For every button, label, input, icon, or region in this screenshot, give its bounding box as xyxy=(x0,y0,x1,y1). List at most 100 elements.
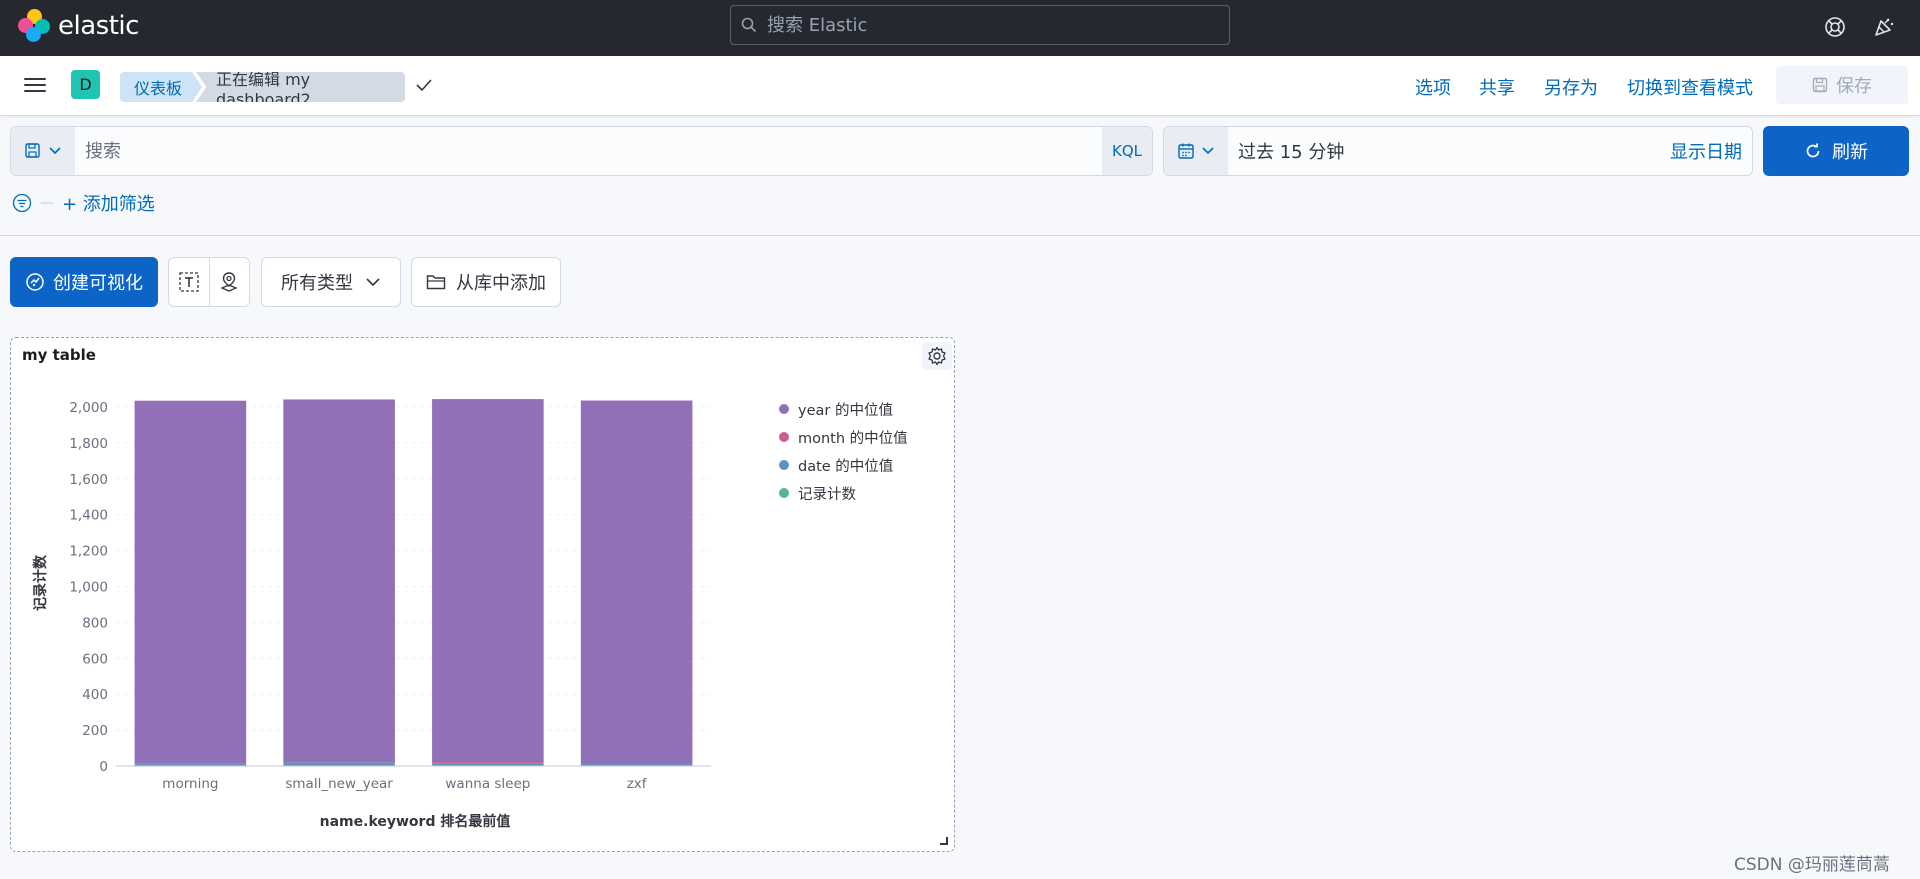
breadcrumb-dashboards[interactable]: 仪表板 xyxy=(120,72,202,102)
bar-chart: 0 200 400 600 800 1,000 1,200 1,400 1,600 1,800 2,… xyxy=(32,399,711,830)
legend-item[interactable]: month 的中位值 xyxy=(779,423,908,451)
global-search[interactable] xyxy=(730,5,1230,45)
bar-segment[interactable] xyxy=(580,400,693,764)
text-icon xyxy=(179,272,199,292)
bar-segment[interactable] xyxy=(283,399,395,763)
y-tick-label: 2,000 xyxy=(69,400,108,416)
y-tick-label: 600 xyxy=(82,651,108,667)
space-avatar[interactable]: D xyxy=(71,70,100,99)
visualize-icon xyxy=(26,273,44,291)
add-from-library-button[interactable]: 从库中添加 xyxy=(411,257,561,307)
legend-item[interactable]: 记录计数 xyxy=(779,479,908,507)
create-visualization-label: 创建可视化 xyxy=(53,273,143,294)
y-tick-label: 800 xyxy=(82,615,108,631)
all-types-label: 所有类型 xyxy=(281,273,353,294)
y-tick-label: 1,000 xyxy=(69,580,108,596)
divider xyxy=(0,235,1920,236)
x-tick-label: small_new_year xyxy=(285,776,393,792)
elastic-logo-icon xyxy=(18,9,52,43)
x-tick-label: wanna sleep xyxy=(445,776,530,792)
refresh-icon xyxy=(1806,143,1820,158)
bar-segment[interactable] xyxy=(432,762,544,764)
bar-segment[interactable] xyxy=(283,762,395,766)
global-header: elastic xyxy=(0,0,1920,56)
add-filter-link[interactable]: + 添加筛选 xyxy=(62,190,155,216)
bar-segment[interactable] xyxy=(580,763,693,765)
options-link[interactable]: 选项 xyxy=(1415,74,1451,100)
save-label: 保存 xyxy=(1836,76,1872,97)
folder-icon xyxy=(426,275,446,290)
show-dates-link[interactable]: 显示日期 xyxy=(1670,138,1752,164)
x-tick-label: morning xyxy=(162,776,218,792)
breadcrumb-current: 正在编辑 my dashboard2 xyxy=(196,72,405,102)
legend-color-dot xyxy=(779,488,789,498)
bar-segment[interactable] xyxy=(134,400,247,764)
legend-label: date 的中位值 xyxy=(798,458,894,475)
save-as-link[interactable]: 另存为 xyxy=(1544,74,1598,100)
query-bar: KQL xyxy=(10,126,1153,176)
chevron-down-icon xyxy=(366,278,380,287)
refresh-button[interactable]: 刷新 xyxy=(1763,126,1909,176)
legend-label: month 的中位值 xyxy=(798,430,908,447)
y-tick-label: 1,600 xyxy=(69,472,108,488)
legend-color-dot xyxy=(779,432,789,442)
help-icon[interactable] xyxy=(1822,14,1848,40)
chevron-down-icon xyxy=(1202,147,1214,155)
saved-query-button[interactable] xyxy=(11,127,75,175)
y-tick-label: 1,800 xyxy=(69,436,108,452)
check-icon[interactable] xyxy=(416,78,432,92)
add-map-button[interactable] xyxy=(210,258,250,306)
date-picker: 过去 15 分钟 显示日期 xyxy=(1163,126,1753,176)
x-tick-label: zxf xyxy=(627,776,648,792)
quick-date-button[interactable] xyxy=(1164,127,1228,175)
resize-handle[interactable] xyxy=(940,837,948,845)
add-text-button[interactable] xyxy=(169,258,210,306)
gear-icon xyxy=(928,346,946,366)
global-search-input[interactable] xyxy=(767,14,1207,36)
x-axis-label: name.keyword 排名最前值 xyxy=(320,813,511,830)
legend-item[interactable]: date 的中位值 xyxy=(779,451,908,479)
y-tick-label: 1,200 xyxy=(69,544,108,560)
all-types-dropdown[interactable]: 所有类型 xyxy=(261,257,401,307)
filter-icon[interactable] xyxy=(12,193,32,213)
calendar-icon xyxy=(1178,143,1194,159)
watermark: CSDN @玛丽莲茼蒿 xyxy=(1734,855,1890,875)
filter-separator: — xyxy=(40,195,54,211)
create-visualization-button[interactable]: 创建可视化 xyxy=(10,257,158,307)
logo-text: elastic xyxy=(58,11,139,41)
y-tick-label: 200 xyxy=(82,723,108,739)
bar-segment[interactable] xyxy=(432,399,544,763)
panel-options-button[interactable] xyxy=(922,342,952,370)
time-range-value[interactable]: 过去 15 分钟 xyxy=(1228,138,1670,164)
legend-color-dot xyxy=(779,460,789,470)
chevron-down-icon xyxy=(49,147,61,155)
switch-view-mode-link[interactable]: 切换到查看模式 xyxy=(1627,74,1753,100)
y-axis-label: 记录计数 xyxy=(32,554,49,611)
search-icon xyxy=(741,17,757,33)
share-link[interactable]: 共享 xyxy=(1479,74,1515,100)
map-marker-icon xyxy=(220,272,238,292)
app-navbar: D 仪表板 正在编辑 my dashboard2 选项 共享 另存为 切换到查看… xyxy=(0,56,1920,116)
quick-add-group xyxy=(168,257,250,307)
add-from-library-label: 从库中添加 xyxy=(456,273,546,294)
bar-segment[interactable] xyxy=(432,763,544,766)
query-input-wrap xyxy=(75,127,1102,175)
save-button[interactable]: 保存 xyxy=(1776,66,1908,104)
y-tick-label: 400 xyxy=(82,687,108,703)
chart-legend: year 的中位值 month 的中位值 date 的中位值 记录计数 xyxy=(779,395,908,507)
filter-bar: — + 添加筛选 xyxy=(12,190,155,216)
newsfeed-icon[interactable] xyxy=(1871,14,1897,40)
legend-color-dot xyxy=(779,404,789,414)
legend-item[interactable]: year 的中位值 xyxy=(779,395,908,423)
query-language-toggle[interactable]: KQL xyxy=(1102,127,1152,175)
save-icon xyxy=(25,143,40,158)
legend-label: year 的中位值 xyxy=(798,402,893,419)
y-tick-label: 1,400 xyxy=(69,508,108,524)
menu-icon[interactable] xyxy=(24,74,46,96)
save-icon xyxy=(1812,77,1828,93)
refresh-label: 刷新 xyxy=(1832,142,1868,163)
visualization-panel[interactable]: my table 0 200 400 600 800 1,000 1,200 1,400 1,6… xyxy=(10,337,955,852)
query-input[interactable] xyxy=(85,140,1102,162)
legend-label: 记录计数 xyxy=(798,486,856,503)
elastic-logo[interactable]: elastic xyxy=(18,9,139,43)
